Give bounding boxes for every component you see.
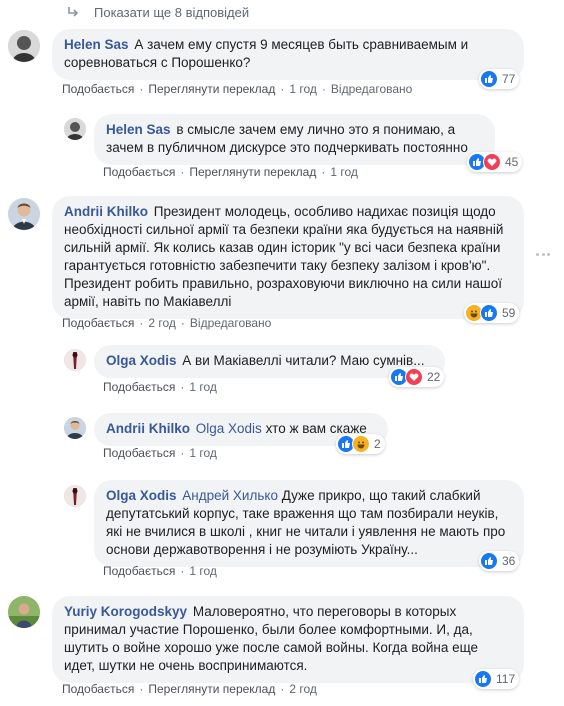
love-reaction-icon	[405, 368, 423, 386]
timestamp[interactable]: 1 год	[289, 82, 317, 96]
comment-author[interactable]: Olga Xodis	[106, 353, 177, 368]
comment-author[interactable]: Helen Sas	[106, 122, 171, 137]
avatar[interactable]	[64, 485, 86, 507]
translate-button[interactable]: Переглянути переклад	[148, 82, 275, 96]
more-options-icon[interactable]	[536, 247, 550, 261]
avatar[interactable]	[64, 417, 86, 439]
like-reaction-icon	[480, 304, 498, 322]
comment-actions: Подобається · 1 год	[103, 564, 217, 578]
comment-text: А ви Макіавеллі читали? Маю сумнів...	[182, 353, 425, 368]
comment-mention[interactable]: Olga Xodis	[196, 421, 262, 436]
comment-text: Президент молодець, особливо надихає поз…	[64, 204, 504, 309]
comment-author[interactable]: Andrii Khilko	[64, 204, 148, 219]
like-button[interactable]: Подобається	[62, 82, 134, 96]
show-more-replies-link[interactable]: Показати ще 8 відповідей	[66, 2, 249, 22]
reactions-summary[interactable]: 22	[389, 367, 445, 387]
like-reaction-icon	[480, 552, 498, 570]
reactions-summary[interactable]: 77	[479, 69, 520, 89]
like-reaction-icon	[474, 670, 492, 688]
translate-button[interactable]: Переглянути переклад	[148, 682, 275, 696]
show-more-replies-label: Показати ще 8 відповідей	[94, 4, 250, 20]
like-reaction-icon	[480, 70, 498, 88]
like-button[interactable]: Подобається	[103, 380, 175, 394]
comment-author[interactable]: Andrii Khilko	[106, 421, 190, 436]
reactions-summary[interactable]: 2	[336, 434, 385, 454]
comment-mention[interactable]: Андрей Хилько	[182, 488, 278, 503]
comment-bubble: Helen Sas в смысле зачем ему лично это я…	[94, 114, 495, 165]
comment-actions: Подобається · Переглянути переклад · 1 год	[103, 165, 358, 179]
comment-actions: Подобається · Переглянути переклад · 2 год	[62, 682, 317, 696]
comment-bubble: Olga Xodis Андрей Хилько Дуже прикро, що…	[94, 480, 524, 567]
timestamp[interactable]: 1 год	[189, 446, 217, 460]
avatar[interactable]	[8, 198, 40, 230]
haha-reaction-icon	[352, 435, 370, 453]
comment-bubble: Yuriy Korogodskyy Маловероятно, что пере…	[52, 596, 524, 683]
comment-actions: Подобається · 1 год	[103, 446, 217, 460]
timestamp[interactable]: 2 год	[148, 316, 176, 330]
like-button[interactable]: Подобається	[62, 316, 134, 330]
timestamp[interactable]: 2 год	[289, 682, 317, 696]
translate-button[interactable]: Переглянути переклад	[189, 165, 316, 179]
avatar[interactable]	[64, 118, 86, 140]
comment-bubble: Helen Sas А зачем ему спустя 9 месяцев б…	[52, 29, 524, 80]
reaction-count: 2	[374, 437, 381, 451]
timestamp[interactable]: 1 год	[189, 380, 217, 394]
timestamp[interactable]: 1 год	[330, 165, 358, 179]
like-button[interactable]: Подобається	[103, 446, 175, 460]
comment-author[interactable]: Olga Xodis	[106, 488, 177, 503]
reaction-count: 77	[502, 72, 516, 86]
comment-bubble: Andrii Khilko Президент молодець, особли…	[52, 196, 524, 319]
avatar[interactable]	[8, 596, 40, 628]
like-button[interactable]: Подобається	[103, 165, 175, 179]
reactions-summary[interactable]: 59	[464, 303, 520, 323]
reactions-summary[interactable]: 45	[467, 152, 523, 172]
reaction-count: 117	[496, 672, 516, 686]
avatar[interactable]	[64, 349, 86, 371]
comment-actions: Подобається · Переглянути переклад · 1 год…	[62, 82, 413, 96]
reply-arrow-icon	[68, 7, 79, 17]
reaction-count: 45	[505, 155, 519, 169]
edited-label[interactable]: Відредаговано	[190, 316, 271, 330]
love-reaction-icon	[483, 153, 501, 171]
reaction-count: 59	[502, 306, 516, 320]
like-button[interactable]: Подобається	[103, 564, 175, 578]
avatar[interactable]	[8, 30, 40, 62]
comment-author[interactable]: Yuriy Korogodskyy	[64, 604, 187, 619]
reactions-summary[interactable]: 36	[479, 551, 520, 571]
comment-actions: Подобається · 2 год · Відредаговано	[62, 316, 272, 330]
comment-actions: Подобається · 1 год	[103, 380, 217, 394]
reactions-summary[interactable]: 117	[473, 669, 520, 689]
comment-author[interactable]: Helen Sas	[64, 37, 129, 52]
like-button[interactable]: Подобається	[62, 682, 134, 696]
reaction-count: 22	[427, 370, 441, 384]
reaction-count: 36	[502, 554, 516, 568]
timestamp[interactable]: 1 год	[189, 564, 217, 578]
edited-label[interactable]: Відредаговано	[331, 82, 412, 96]
